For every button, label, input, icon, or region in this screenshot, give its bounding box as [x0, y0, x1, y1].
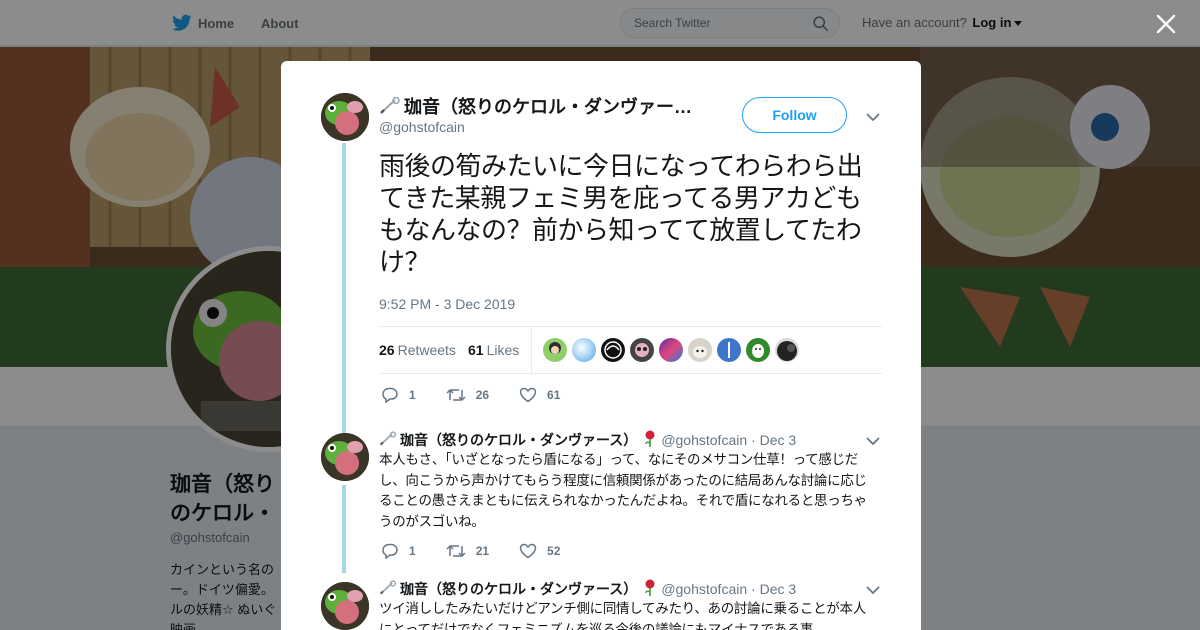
reply-count: 1 [409, 388, 416, 402]
rose-icon [645, 430, 655, 447]
thread-line [342, 485, 346, 573]
retweet-action-count: 26 [475, 388, 490, 402]
liker-avatar[interactable] [659, 338, 683, 362]
retweet-count[interactable]: 26 Retweets [379, 342, 456, 358]
heart-icon [519, 387, 537, 403]
chevron-down-icon[interactable] [866, 585, 880, 595]
reply-icon [382, 543, 398, 559]
retweet-icon [446, 544, 466, 558]
reply-header: 珈音（怒りのケロル・ダンヴァース） @gohstofcain · Dec 3 [379, 579, 796, 599]
liker-avatar[interactable] [543, 338, 567, 362]
liker-avatar[interactable] [630, 338, 654, 362]
tweet-actions: 1 26 61 [381, 387, 590, 403]
reply-text: ツイ消ししたみたいだけどアンチ側に同情してみたり、あの討論に乗ることが本人にとっ… [379, 601, 866, 630]
rose-icon [645, 579, 655, 596]
reply-author-name[interactable]: 珈音（怒りのケロル・ダンヴァース） [400, 432, 637, 448]
liker-avatar[interactable] [572, 338, 596, 362]
retweet-count-value: 26 [379, 342, 395, 358]
tweet-stats: 26 Retweets 61 Likes [378, 326, 882, 375]
tweet-author-name-text: 珈音（怒りのケロル・ダンヴァー… [404, 97, 692, 117]
reply-text: 本人もさ、「いざとなったら盾になる」って、なにそのメサコン仕草！って感じだし、向… [379, 452, 867, 530]
tweet-avatar[interactable] [321, 93, 369, 141]
like-button[interactable]: 61 [519, 387, 560, 403]
tweet-text: 雨後の筍みたいに今日になってわらわら出てきた某親フェミ男を庇ってる男アカどももな… [379, 152, 863, 278]
liker-avatar[interactable] [746, 338, 770, 362]
reply-author-handle[interactable]: @gohstofcain [661, 432, 747, 448]
reply-author-name[interactable]: 珈音（怒りのケロル・ダンヴァース） [400, 581, 637, 597]
tweet-author-name[interactable]: 珈音（怒りのケロル・ダンヴァー… [379, 93, 699, 119]
liker-avatars [543, 338, 804, 362]
reply-button[interactable]: 1 [381, 543, 416, 559]
like-action-count: 52 [547, 544, 561, 558]
tweet-modal: 珈音（怒りのケロル・ダンヴァー… @gohstofcain Follow 雨後の… [281, 61, 921, 630]
reply-avatar[interactable] [321, 433, 369, 481]
follow-button[interactable]: Follow [742, 97, 847, 133]
reply-date[interactable]: · Dec 3 [751, 432, 796, 448]
reply-author-handle[interactable]: @gohstofcain [661, 581, 747, 597]
like-action-count: 61 [547, 388, 561, 402]
stats-divider [531, 327, 532, 375]
reply-icon [382, 387, 398, 403]
liker-avatar[interactable] [717, 338, 741, 362]
chevron-down-icon[interactable] [866, 436, 880, 446]
reply-avatar[interactable] [321, 582, 369, 630]
reply-button[interactable]: 1 [381, 387, 416, 403]
safety-pin-icon [380, 97, 400, 114]
reply-count: 1 [409, 544, 416, 558]
retweet-button[interactable]: 21 [446, 543, 489, 559]
heart-icon [519, 543, 537, 559]
close-icon[interactable] [1155, 13, 1177, 35]
retweet-button[interactable]: 26 [446, 387, 489, 403]
safety-pin-icon [379, 431, 397, 446]
retweet-action-count: 21 [475, 544, 490, 558]
like-count-label: Likes [486, 342, 520, 358]
chevron-down-icon[interactable] [866, 112, 880, 122]
retweet-icon [446, 388, 466, 402]
tweet-timestamp[interactable]: 9:52 PM - 3 Dec 2019 [379, 296, 515, 312]
like-count[interactable]: 61 Likes [468, 342, 519, 358]
reply-actions: 1 21 52 [381, 543, 590, 559]
retweet-count-label: Retweets [397, 342, 456, 358]
liker-avatar[interactable] [601, 338, 625, 362]
like-count-value: 61 [468, 342, 484, 358]
thread-line [342, 143, 346, 433]
safety-pin-icon [379, 580, 397, 595]
reply-date[interactable]: · Dec 3 [751, 581, 796, 597]
liker-avatar[interactable] [688, 338, 712, 362]
tweet-author-handle[interactable]: @gohstofcain [379, 119, 465, 135]
liker-avatar[interactable] [775, 338, 799, 362]
reply-header: 珈音（怒りのケロル・ダンヴァース） @gohstofcain · Dec 3 [379, 430, 796, 450]
like-button[interactable]: 52 [519, 543, 560, 559]
